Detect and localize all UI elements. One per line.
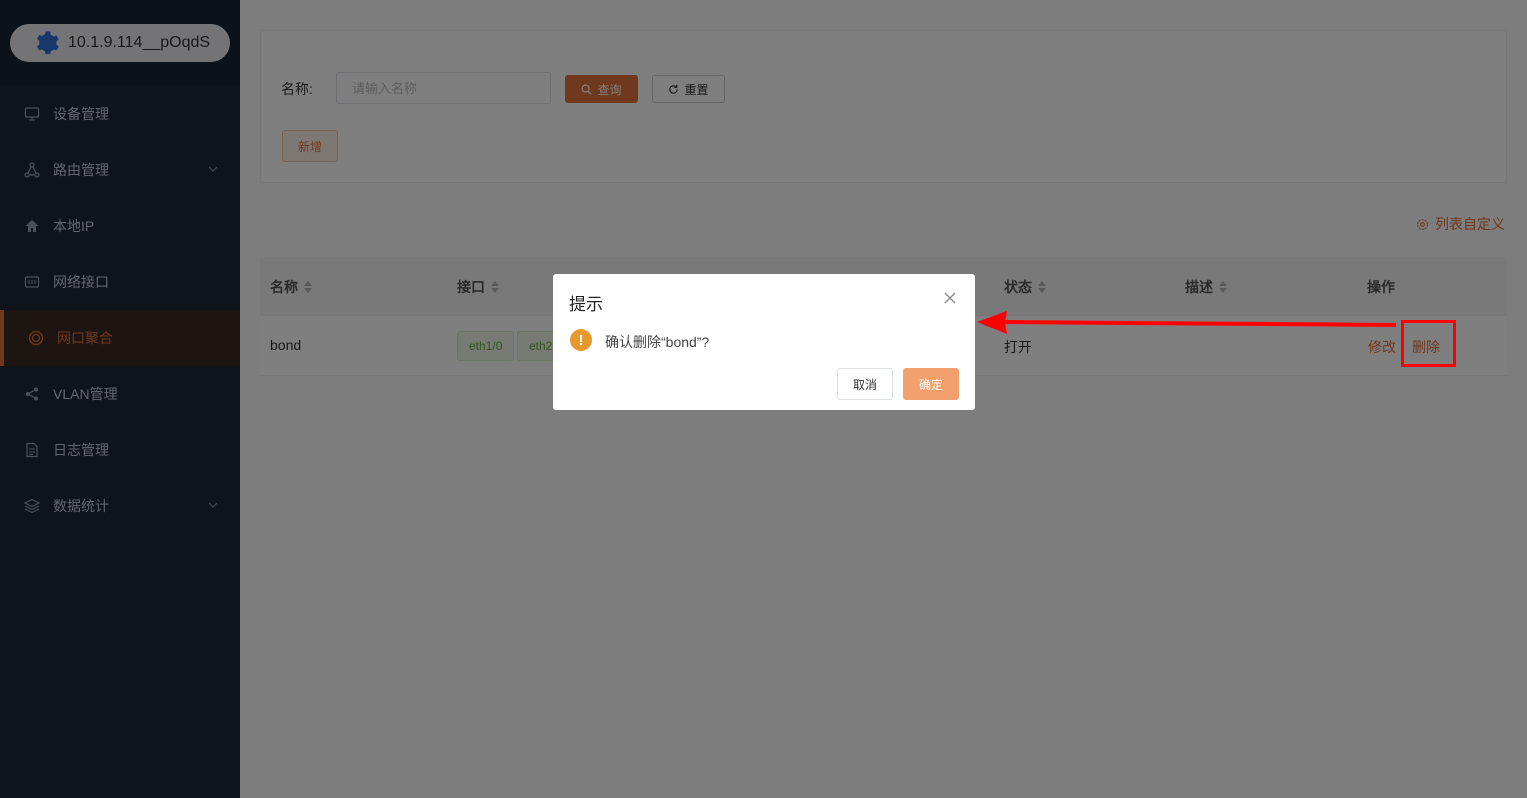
dialog-title: 提示 bbox=[569, 295, 603, 314]
cancel-button-label: 取消 bbox=[852, 377, 877, 392]
confirm-button[interactable]: 确定 bbox=[903, 368, 959, 400]
confirm-button-label: 确定 bbox=[918, 377, 943, 392]
annotation-arrow-icon bbox=[977, 311, 1397, 334]
warning-icon: ! bbox=[570, 329, 592, 351]
annotation-highlight-box bbox=[1401, 320, 1456, 367]
confirm-dialog: 提示 ! 确认删除“bond”? 取消 确定 bbox=[553, 274, 975, 410]
dialog-message: 确认删除“bond”? bbox=[605, 334, 710, 350]
close-icon[interactable] bbox=[943, 291, 957, 305]
cancel-button[interactable]: 取消 bbox=[837, 368, 893, 400]
